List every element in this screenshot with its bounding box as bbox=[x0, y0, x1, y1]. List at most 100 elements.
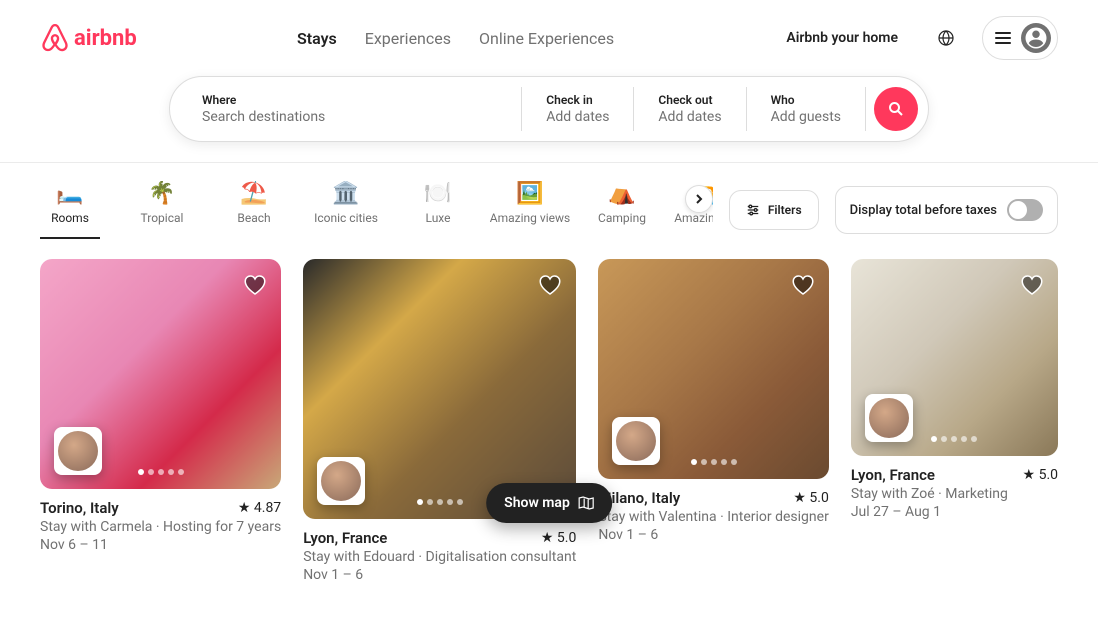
chevron-right-icon bbox=[694, 194, 704, 204]
map-button-label: Show map bbox=[504, 495, 570, 511]
heart-icon bbox=[243, 273, 267, 297]
host-your-home-link[interactable]: Airbnb your home bbox=[774, 20, 910, 56]
image-dots bbox=[691, 459, 737, 465]
wishlist-button[interactable] bbox=[791, 273, 815, 301]
filters-button[interactable]: Filters bbox=[729, 190, 819, 230]
listing-rating: ★ 5.0 bbox=[1023, 467, 1058, 483]
amazing-views-icon: 🖼️ bbox=[518, 181, 542, 205]
category-iconic-cities[interactable]: 🏛️ Iconic cities bbox=[316, 181, 376, 239]
listing-title: Lyon, France bbox=[303, 529, 387, 547]
search-checkout[interactable]: Check out Add dates bbox=[634, 87, 746, 131]
listing-dates: Jul 27 – Aug 1 bbox=[851, 504, 1058, 520]
category-camping[interactable]: ⛺ Camping bbox=[592, 181, 652, 239]
listing-rating: ★ 5.0 bbox=[793, 490, 828, 506]
search-icon bbox=[888, 101, 904, 117]
search-checkin-value: Add dates bbox=[546, 109, 609, 125]
search-button[interactable] bbox=[874, 87, 918, 131]
listing-info: Torino, Italy ★ 4.87 Stay with Carmela · H… bbox=[40, 489, 281, 553]
tax-label: Display total before taxes bbox=[850, 203, 997, 218]
category-label: Amazing pools bbox=[674, 211, 713, 225]
search-bar-wrap: Where Search destinations Check in Add d… bbox=[0, 76, 1098, 162]
listing-title: Lyon, France bbox=[851, 466, 935, 484]
category-beach[interactable]: ⛱️ Beach bbox=[224, 181, 284, 239]
tropical-icon: 🌴 bbox=[150, 181, 174, 205]
search-checkin-label: Check in bbox=[546, 93, 609, 107]
search-who-label: Who bbox=[771, 93, 841, 107]
search-checkin[interactable]: Check in Add dates bbox=[522, 87, 634, 131]
category-next-button[interactable] bbox=[685, 185, 713, 213]
listing-info: Lyon, France ★ 5.0 Stay with Zoé · Marketi… bbox=[851, 456, 1058, 520]
search-who[interactable]: Who Add guests bbox=[747, 87, 866, 131]
header-right: Airbnb your home bbox=[774, 16, 1058, 60]
category-luxe[interactable]: 🍽️ Luxe bbox=[408, 181, 468, 239]
tab-experiences[interactable]: Experiences bbox=[365, 21, 451, 56]
category-tropical[interactable]: 🌴Tropical bbox=[132, 181, 192, 239]
tab-stays[interactable]: Stays bbox=[297, 21, 337, 56]
listing-card[interactable]: Lyon, France ★ 5.0 Stay with Zoé · Marketi… bbox=[851, 259, 1058, 583]
wishlist-button[interactable] bbox=[1020, 273, 1044, 301]
listing-card[interactable]: Lyon, France★ 5.0Stay with Edouard · Dig… bbox=[303, 259, 576, 583]
heart-icon bbox=[1020, 273, 1044, 297]
category-amazing-views[interactable]: 🖼️Amazing views bbox=[500, 181, 560, 239]
iconic-cities-icon: 🏛️ bbox=[334, 181, 358, 205]
heart-icon bbox=[538, 273, 562, 297]
heart-icon bbox=[791, 273, 815, 297]
host-avatar bbox=[317, 457, 365, 505]
listing-rating: ★ 5.0 bbox=[541, 530, 576, 546]
listing-image[interactable] bbox=[598, 259, 829, 479]
listing-dates: Nov 6 – 11 bbox=[40, 537, 281, 553]
search-checkout-value: Add dates bbox=[658, 109, 721, 125]
category-label: Camping bbox=[598, 211, 646, 225]
listing-image[interactable] bbox=[40, 259, 281, 489]
listing-image[interactable] bbox=[303, 259, 576, 519]
hamburger-icon bbox=[995, 32, 1011, 44]
avatar-icon bbox=[1021, 23, 1051, 53]
tax-toggle: Display total before taxes bbox=[835, 186, 1058, 234]
brand-name: airbnb bbox=[74, 26, 137, 51]
listing-dates: Nov 1 – 6 bbox=[598, 527, 829, 543]
host-avatar bbox=[612, 417, 660, 465]
listing-title: Torino, Italy bbox=[40, 499, 119, 517]
category-label: Iconic cities bbox=[314, 211, 378, 225]
host-avatar bbox=[865, 394, 913, 442]
listing-image[interactable] bbox=[851, 259, 1058, 456]
logo[interactable]: airbnb bbox=[40, 22, 137, 54]
show-map-button[interactable]: Show map bbox=[486, 483, 612, 523]
listing-subtitle: Stay with Zoé · Marketing bbox=[851, 486, 1058, 502]
search-where-value: Search destinations bbox=[202, 109, 497, 125]
image-dots bbox=[417, 499, 463, 505]
language-button[interactable] bbox=[926, 18, 966, 58]
category-label: Beach bbox=[237, 211, 270, 225]
listing-card[interactable]: Milano, Italy★ 5.0Stay with Valentina · … bbox=[598, 259, 829, 583]
camping-icon: ⛺ bbox=[610, 181, 634, 205]
search-who-value: Add guests bbox=[771, 109, 841, 125]
category-label: Luxe bbox=[425, 211, 450, 225]
airbnb-logo-icon bbox=[40, 22, 70, 54]
header: airbnb Stays Experiences Online Experien… bbox=[0, 0, 1098, 76]
category-rooms[interactable]: 🛏️ Rooms bbox=[40, 181, 100, 239]
user-menu[interactable] bbox=[982, 16, 1058, 60]
category-row: 🛏️ Rooms 🌴Tropical ⛱️ Beach 🏛️ Iconic cities 🍽️… bbox=[0, 163, 1098, 239]
host-avatar bbox=[54, 427, 102, 475]
listing-subtitle: Stay with Carmela · Hosting for 7 years bbox=[40, 519, 281, 535]
rooms-icon: 🛏️ bbox=[58, 181, 82, 205]
wishlist-button[interactable] bbox=[243, 273, 267, 301]
listing-dates: Nov 1 – 6 bbox=[303, 567, 576, 583]
filters-icon bbox=[746, 203, 760, 217]
beach-icon: ⛱️ bbox=[242, 181, 266, 205]
image-dots bbox=[138, 469, 184, 475]
search-bar: Where Search destinations Check in Add d… bbox=[169, 76, 929, 142]
category-label: Rooms bbox=[51, 211, 89, 225]
category-list[interactable]: 🛏️ Rooms 🌴Tropical ⛱️ Beach 🏛️ Iconic cities 🍽️… bbox=[40, 181, 713, 239]
tab-online-experiences[interactable]: Online Experiences bbox=[479, 21, 614, 56]
wishlist-button[interactable] bbox=[538, 273, 562, 301]
filters-label: Filters bbox=[768, 203, 802, 217]
luxe-icon: 🍽️ bbox=[426, 181, 450, 205]
listing-rating: ★ 4.87 bbox=[238, 500, 281, 516]
listing-info: Lyon, France★ 5.0Stay with Edouard · Dig… bbox=[303, 519, 576, 583]
search-where[interactable]: Where Search destinations bbox=[170, 87, 522, 131]
tax-switch[interactable] bbox=[1007, 199, 1043, 221]
listing-info: Milano, Italy★ 5.0Stay with Valentina · … bbox=[598, 479, 829, 543]
listings-grid: Torino, Italy ★ 4.87 Stay with Carmela · H… bbox=[0, 239, 1098, 623]
listing-card[interactable]: Torino, Italy ★ 4.87 Stay with Carmela · H… bbox=[40, 259, 281, 583]
